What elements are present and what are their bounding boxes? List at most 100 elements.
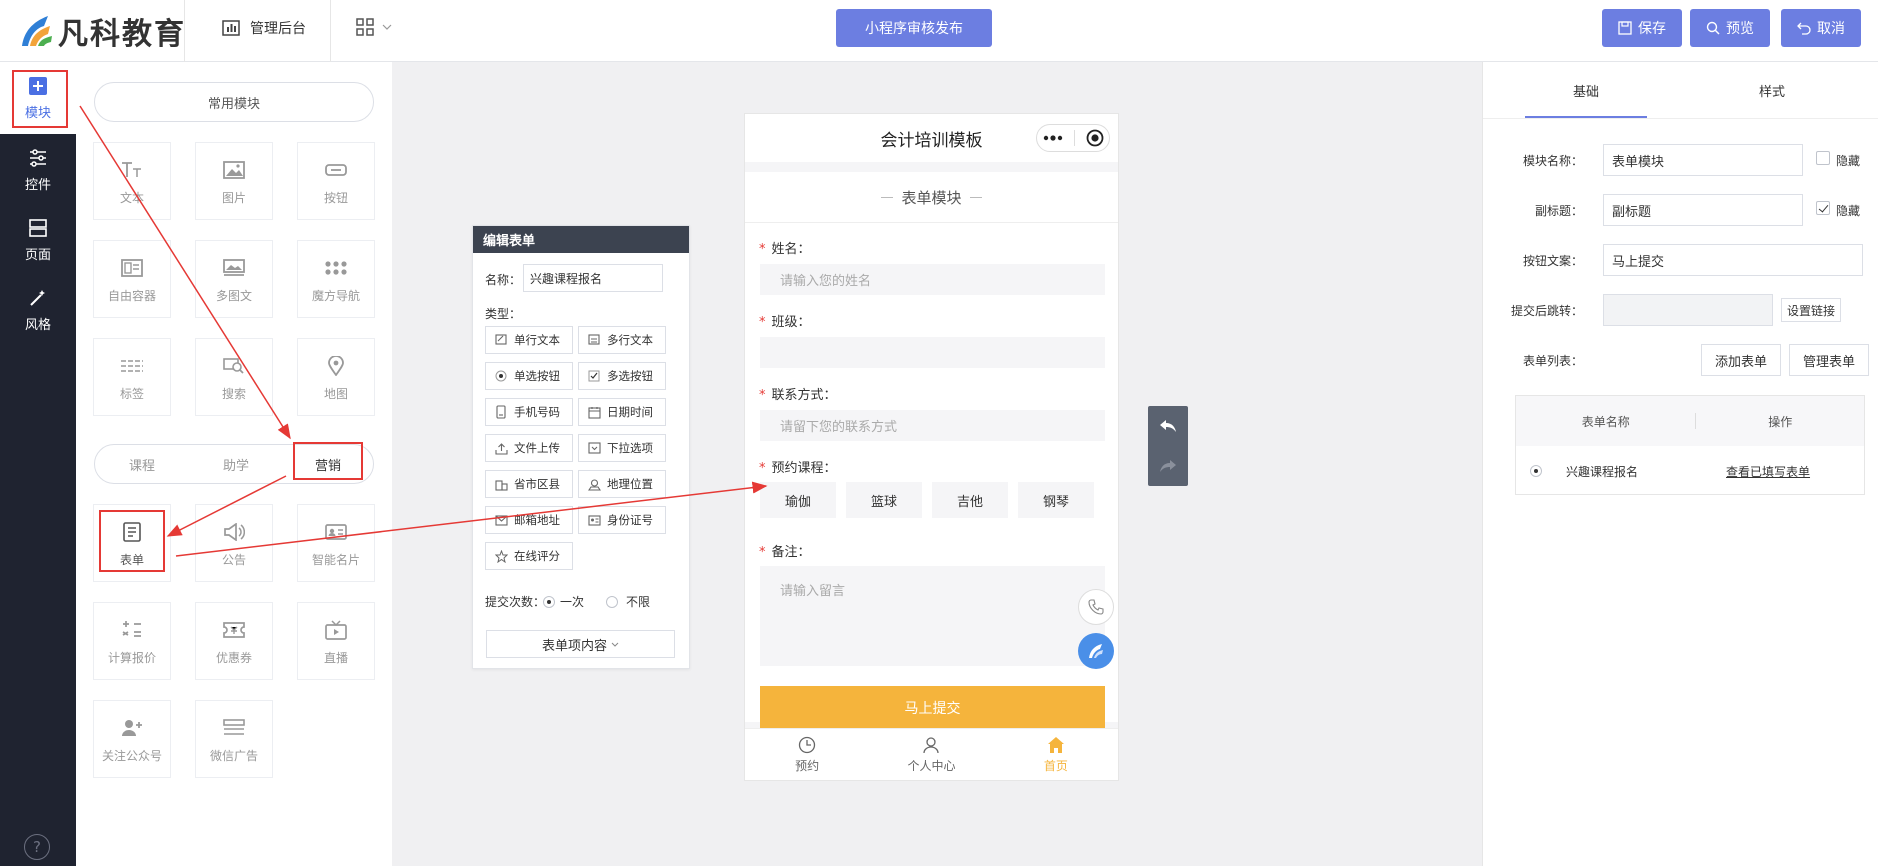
module-tile-cube-nav[interactable]: 魔方导航 (297, 240, 375, 318)
module-tile-wechat-ad[interactable]: 微信广告 (195, 700, 273, 778)
table-row: 兴趣课程报名 查看已填写表单 (1516, 446, 1864, 496)
tile-label: 多图文 (215, 288, 252, 303)
type-id-card[interactable]: 身份证号 (578, 506, 666, 534)
manage-form-button[interactable]: 管理表单 (1789, 344, 1869, 376)
publish-button[interactable]: 小程序审核发布 (836, 9, 992, 47)
subtitle-input[interactable]: 副标题 (1603, 194, 1803, 226)
module-tile-announcement[interactable]: 公告 (195, 504, 273, 582)
brand-logo[interactable]: 凡科教育 (18, 8, 186, 54)
nav-item-pages[interactable]: 页面 (0, 218, 76, 263)
cube-nav-icon (323, 255, 349, 281)
tab-appointment[interactable]: 预约 (745, 729, 869, 780)
nav-item-style[interactable]: 风格 (0, 288, 76, 333)
module-tile-calculator[interactable]: 计算报价 (93, 602, 171, 680)
module-tile-smart-card[interactable]: 智能名片 (297, 504, 375, 582)
type-dropdown[interactable]: 下拉选项 (578, 434, 666, 462)
class-input[interactable] (760, 337, 1105, 368)
module-tile-image[interactable]: 图片 (195, 142, 273, 220)
help-icon[interactable]: ? (24, 834, 50, 860)
type-single-line[interactable]: 单行文本 (485, 326, 573, 354)
mini-program-capsule[interactable] (1036, 124, 1110, 152)
nav-label: 控件 (24, 178, 51, 193)
jump-label: 提交后跳转： (1510, 304, 1583, 318)
module-tile-tag[interactable]: 标签 (93, 338, 171, 416)
type-checkbox[interactable]: 多选按钮 (578, 362, 666, 390)
phone-tab-bar: 预约 个人中心 首页 (745, 728, 1118, 780)
radio-once[interactable] (543, 595, 555, 608)
properties-panel: 基础 样式 模块名称： 表单模块 隐藏 副标题： 副标题 隐藏 按钮文案： 马上… (1482, 62, 1878, 866)
tile-label: 智能名片 (311, 552, 360, 567)
tab-home[interactable]: 首页 (994, 729, 1118, 780)
map-pin-icon (323, 353, 349, 379)
preview-button[interactable]: 预览 (1690, 9, 1770, 47)
type-datetime[interactable]: 日期时间 (578, 398, 666, 426)
type-radio[interactable]: 单选按钮 (485, 362, 573, 390)
type-rating[interactable]: 在线评分 (485, 542, 573, 570)
tab-basic[interactable]: 基础 (1525, 62, 1647, 118)
phone-call-button[interactable] (1078, 589, 1114, 625)
module-tile-search[interactable]: 搜索 (195, 338, 273, 416)
phone-call-icon (1088, 599, 1104, 615)
select-form-radio[interactable] (1530, 465, 1542, 477)
contact-input[interactable]: 请留下您的联系方式 (760, 410, 1105, 441)
module-name-label: 模块名称： (1522, 154, 1583, 168)
cancel-button[interactable]: 取消 (1781, 9, 1861, 47)
submit-once-option[interactable]: 一次 (543, 593, 584, 610)
type-label: 邮箱地址 (514, 513, 560, 527)
form-items-content-button[interactable]: 表单项内容 (486, 630, 675, 658)
form-name-input[interactable]: 兴趣课程报名 (523, 264, 663, 292)
remark-textarea[interactable]: 请输入留言 (760, 566, 1105, 666)
form-module[interactable]: 表单模块 * 姓名： 请输入您的姓名 * 班级： * 联系方式： 请留下您的联系方式 … (745, 172, 1118, 730)
course-option-guitar[interactable]: 吉他 (932, 482, 1008, 518)
type-multi-line[interactable]: 多行文本 (578, 326, 666, 354)
module-name-input[interactable]: 表单模块 (1603, 144, 1803, 176)
form-type-label: 类型： (485, 307, 522, 321)
module-tile-container[interactable]: 自由容器 (93, 240, 171, 318)
tile-label: 文本 (119, 190, 144, 205)
tab-personal-center[interactable]: 个人中心 (869, 729, 993, 780)
module-tile-live[interactable]: 直播 (297, 602, 375, 680)
view-submissions-link[interactable]: 查看已填写表单 (1726, 463, 1810, 480)
tab-study[interactable]: 助学 (189, 445, 283, 483)
hide-subtitle-checkbox[interactable] (1816, 201, 1830, 215)
hide-module-name-checkbox[interactable] (1816, 151, 1830, 165)
module-tile-button[interactable]: 按钮 (297, 142, 375, 220)
type-region[interactable]: 省市区县 (485, 470, 573, 498)
apps-menu[interactable] (356, 18, 392, 36)
set-link-button[interactable]: 设置链接 (1781, 298, 1841, 322)
tab-course[interactable]: 课程 (95, 445, 189, 483)
radio-unlimited[interactable] (606, 595, 618, 608)
submit-button[interactable]: 马上提交 (760, 686, 1105, 730)
save-button[interactable]: 保存 (1602, 9, 1682, 47)
jump-link-input[interactable] (1603, 294, 1773, 326)
submit-unlimited-option[interactable]: 不限 (606, 593, 650, 610)
name-input[interactable]: 请输入您的姓名 (760, 264, 1105, 295)
course-option-basketball[interactable]: 篮球 (846, 482, 922, 518)
redo-button[interactable] (1148, 446, 1188, 486)
nav-item-controls[interactable]: 控件 (0, 148, 76, 193)
module-tile-coupon[interactable]: 优惠券 (195, 602, 273, 680)
tile-label: 地图 (323, 386, 348, 401)
admin-link[interactable]: 管理后台 (222, 18, 306, 38)
type-file-upload[interactable]: 文件上传 (485, 434, 573, 462)
course-option-yoga[interactable]: 瑜伽 (760, 482, 836, 518)
button-text-input[interactable]: 马上提交 (1603, 244, 1863, 276)
module-tile-map[interactable]: 地图 (297, 338, 375, 416)
type-email[interactable]: 邮箱地址 (485, 506, 573, 534)
tab-style[interactable]: 样式 (1711, 62, 1833, 118)
field-label-course: * 预约课程： (759, 461, 837, 476)
module-title-text: 表单模块 (901, 188, 962, 207)
type-phone[interactable]: 手机号码 (485, 398, 573, 426)
add-form-button[interactable]: 添加表单 (1701, 344, 1781, 376)
course-option-piano[interactable]: 钢琴 (1018, 482, 1094, 518)
type-location[interactable]: 地理位置 (578, 470, 666, 498)
undo-button[interactable] (1148, 406, 1188, 446)
tab-common-modules[interactable]: 常用模块 (94, 82, 374, 122)
module-tile-multi-image[interactable]: 多图文 (195, 240, 273, 318)
module-tile-text[interactable]: 文本 (93, 142, 171, 220)
text-icon (119, 157, 145, 183)
module-tile-follow[interactable]: 关注公众号 (93, 700, 171, 778)
annotation-box-modules (12, 70, 68, 128)
home-icon (1047, 736, 1065, 754)
brand-float-button[interactable] (1078, 633, 1114, 669)
